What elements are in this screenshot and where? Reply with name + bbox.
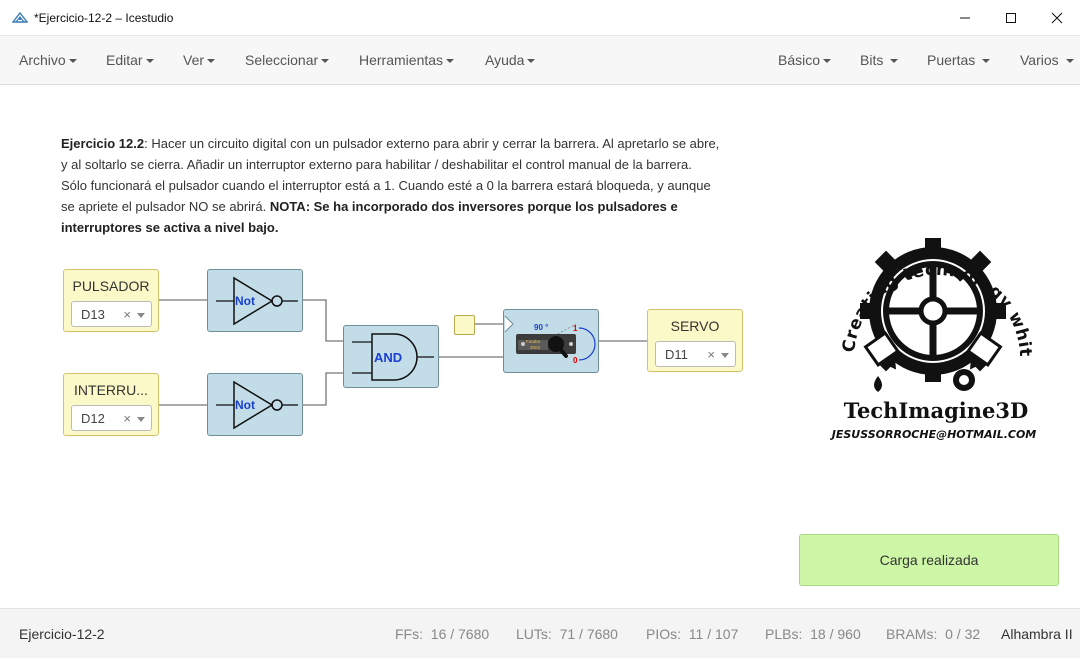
techimagine3d-logo: Creating technology whith imagination Te… xyxy=(817,193,1046,448)
servo-high-label: 1 xyxy=(573,324,578,333)
servo-brand-label: Futaba xyxy=(526,339,541,344)
pios-value: 11 / 107 xyxy=(688,626,739,642)
brams-value: 0 / 32 xyxy=(945,626,981,642)
logo-email: JESUSSORROCHE@HOTMAIL.COM xyxy=(830,428,1037,441)
ffs-value: 16 / 7680 xyxy=(430,626,490,642)
plbs-stat: PLBs: 18 / 960 xyxy=(765,626,861,642)
brams-label: BRAMs: xyxy=(886,626,938,642)
and-gate-label: AND xyxy=(374,350,402,365)
pin-select-interruptor[interactable]: D12 × xyxy=(71,405,152,431)
plbs-value: 18 / 960 xyxy=(810,626,861,642)
dropdown-arrow-icon xyxy=(721,353,729,358)
not-gate-icon: Not xyxy=(216,276,298,326)
input-label: INTERRU... xyxy=(74,382,148,398)
servo-icon: 90 ° Futaba 3003 1 0 xyxy=(504,315,596,365)
not-gate-label: Not xyxy=(235,294,255,308)
constant-block[interactable] xyxy=(454,315,475,335)
luts-value: 71 / 7680 xyxy=(559,626,618,642)
not-gate-block[interactable]: Not xyxy=(207,269,303,332)
servo-model-label: 3003 xyxy=(530,345,541,350)
pin-value: D13 xyxy=(81,307,105,322)
ffs-label: FFs: xyxy=(395,626,423,642)
servo-module-block[interactable]: 90 ° Futaba 3003 1 0 xyxy=(503,309,599,373)
clear-icon[interactable]: × xyxy=(123,307,131,322)
project-name: Ejercicio-12-2 xyxy=(19,626,105,642)
not-gate-block[interactable]: Not xyxy=(207,373,303,436)
pin-select-servo[interactable]: D11 × xyxy=(655,341,736,367)
input-interruptor-block[interactable]: INTERRU... D12 × xyxy=(63,373,159,436)
servo-low-label: 0 xyxy=(573,356,578,365)
status-bar: Ejercicio-12-2 FFs: 16 / 7680 LUTs: 71 /… xyxy=(0,608,1080,658)
pios-stat: PIOs: 11 / 107 xyxy=(646,626,738,642)
plbs-label: PLBs: xyxy=(765,626,803,642)
clear-icon[interactable]: × xyxy=(707,347,715,362)
luts-stat: LUTs: 71 / 7680 xyxy=(516,626,618,642)
gear-logo-icon: Creating technology whith imagination Te… xyxy=(817,193,1037,441)
output-label: SERVO xyxy=(670,318,720,334)
pin-value: D11 xyxy=(665,347,688,362)
logo-brand: TechImagine3D xyxy=(844,398,1028,423)
brams-stat: BRAMs: 0 / 32 xyxy=(886,626,980,642)
not-gate-icon: Not xyxy=(216,380,298,430)
clear-icon[interactable]: × xyxy=(123,411,131,426)
luts-label: LUTs: xyxy=(516,626,552,642)
not-gate-label: Not xyxy=(235,398,255,412)
and-gate-icon: AND xyxy=(352,333,434,381)
pin-select-pulsador[interactable]: D13 × xyxy=(71,301,152,327)
ffs-stat: FFs: 16 / 7680 xyxy=(395,626,489,642)
pios-label: PIOs: xyxy=(646,626,682,642)
load-success-toast[interactable]: Carga realizada xyxy=(799,534,1059,586)
output-servo-block[interactable]: SERVO D11 × xyxy=(647,309,743,372)
dropdown-arrow-icon xyxy=(137,417,145,422)
dropdown-arrow-icon xyxy=(137,313,145,318)
and-gate-block[interactable]: AND xyxy=(343,325,439,388)
input-pulsador-block[interactable]: PULSADOR D13 × xyxy=(63,269,159,332)
board-name[interactable]: Alhambra II xyxy=(1001,626,1073,642)
servo-angle-label: 90 ° xyxy=(534,323,548,332)
pin-value: D12 xyxy=(81,411,105,426)
toast-message: Carga realizada xyxy=(879,552,979,568)
input-label: PULSADOR xyxy=(72,278,150,294)
